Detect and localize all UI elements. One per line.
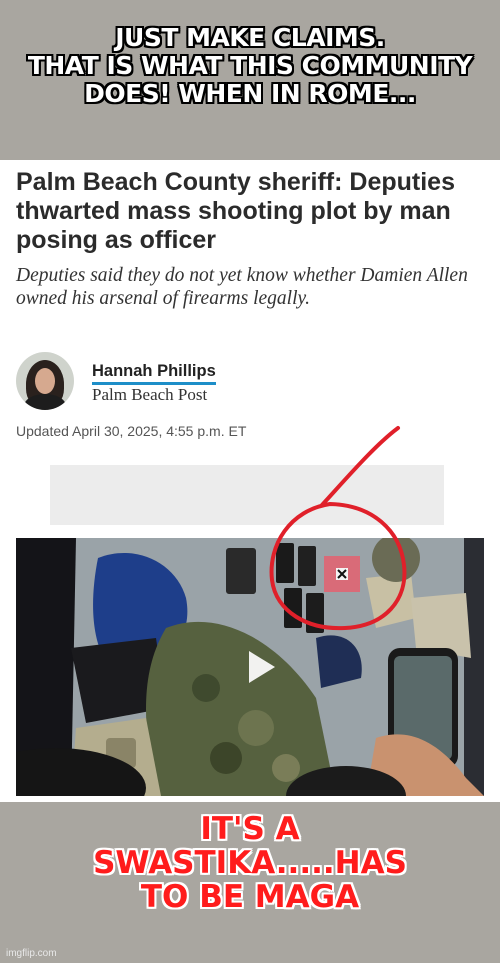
bottom-caption-line: SWASTIKA.....HAS xyxy=(93,845,407,882)
top-caption: JUST MAKE CLAIMS. THAT IS WHAT THIS COMM… xyxy=(0,24,500,108)
watermark: imgflip.com xyxy=(6,948,57,959)
top-caption-line: JUST MAKE CLAIMS. xyxy=(115,23,385,52)
ad-placeholder xyxy=(50,465,444,525)
updated-timestamp: Updated April 30, 2025, 4:55 p.m. ET xyxy=(16,423,247,439)
article-screenshot: Palm Beach County sheriff: Deputies thwa… xyxy=(0,160,500,802)
article-headline: Palm Beach County sheriff: Deputies thwa… xyxy=(16,168,455,254)
bottom-caption-line: TO BE MAGA xyxy=(140,879,360,916)
author-org: Palm Beach Post xyxy=(92,385,208,404)
article-dek: Deputies said they do not yet know wheth… xyxy=(16,265,468,309)
top-caption-line: DOES! WHEN IN ROME... xyxy=(84,79,416,108)
bottom-caption: IT'S A SWASTIKA.....HAS TO BE MAGA xyxy=(0,812,500,914)
play-icon[interactable] xyxy=(237,645,281,689)
top-caption-line: THAT IS WHAT THIS COMMUNITY xyxy=(27,51,473,80)
author-avatar xyxy=(16,352,74,410)
bottom-caption-line: IT'S A xyxy=(200,811,300,847)
author-name-link[interactable]: Hannah Phillips xyxy=(92,362,216,385)
article-photo[interactable] xyxy=(16,538,484,796)
